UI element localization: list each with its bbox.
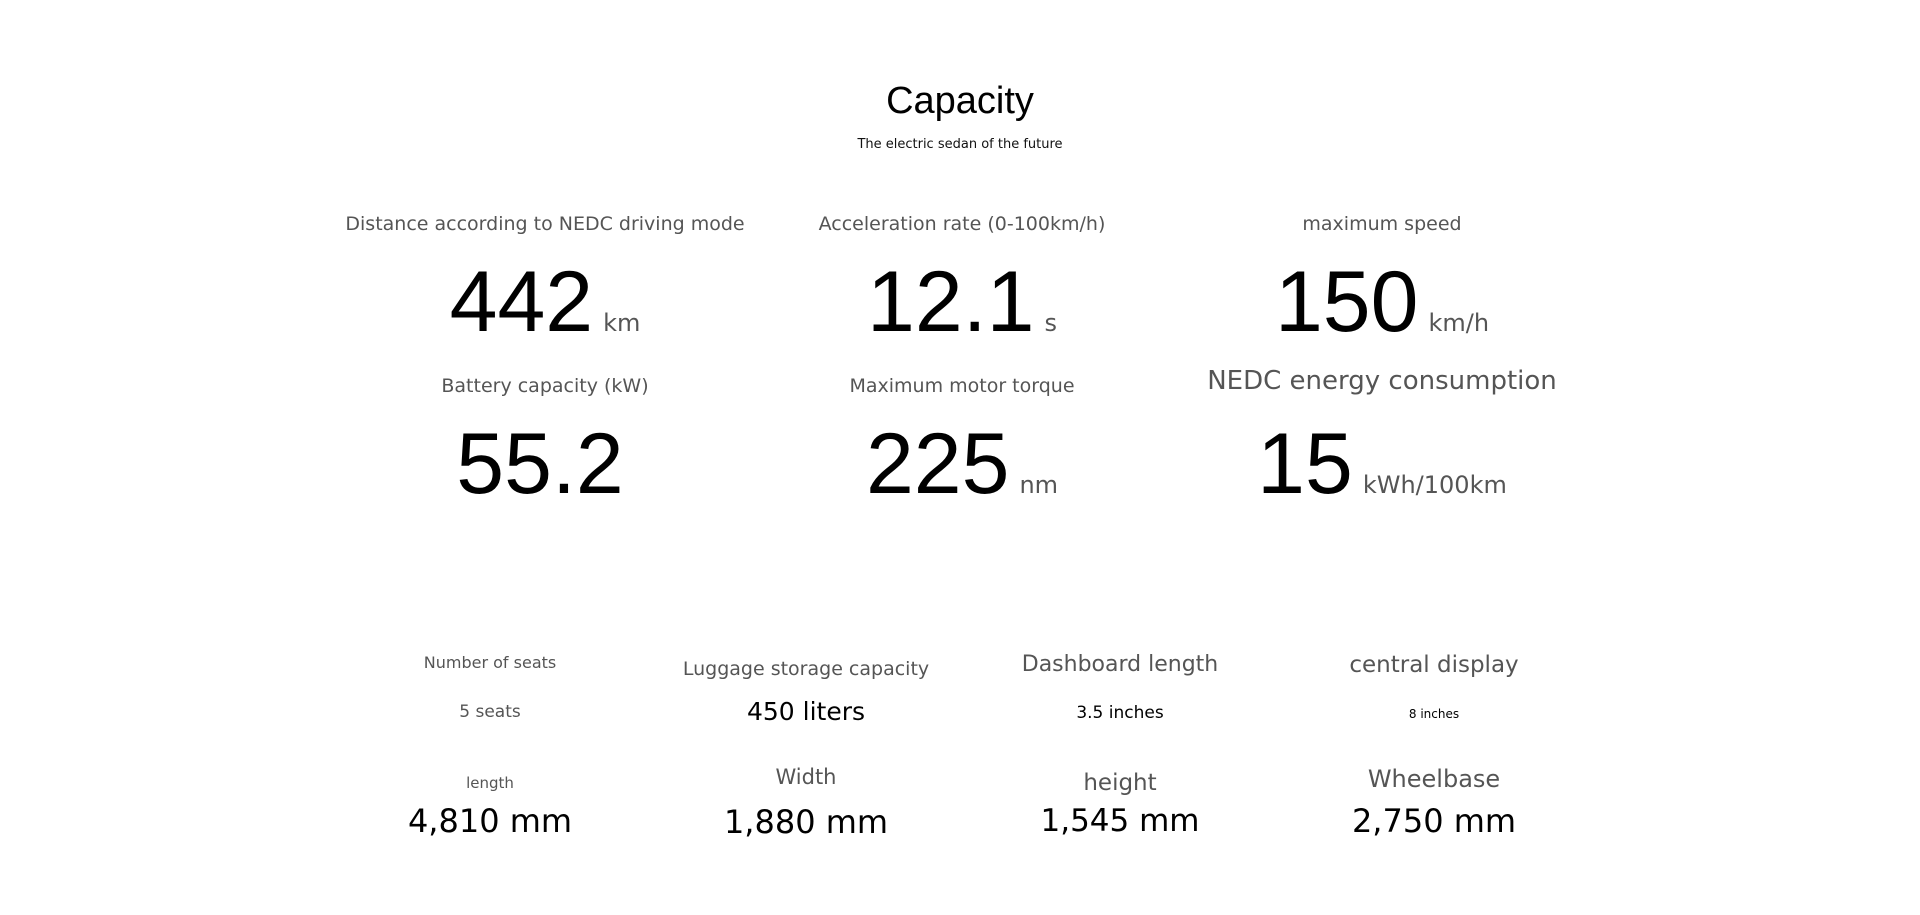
spec-width: Width 1,880 mm: [656, 764, 956, 840]
spec-label: Width: [775, 765, 837, 789]
stat-number: 442: [449, 254, 594, 350]
stat-energy-consumption: NEDC energy consumption 15 kWh/100km: [1172, 366, 1592, 512]
stat-value-row: 12.1 s: [752, 254, 1172, 350]
spec-label: Number of seats: [423, 653, 557, 672]
spec-height: height 1,545 mm: [970, 769, 1270, 839]
spec-central-display: central display 8 inches: [1284, 652, 1584, 722]
spec-value: 1,880 mm: [723, 803, 889, 841]
spec-dashboard-length: Dashboard length 3.5 inches: [970, 652, 1270, 724]
stat-label: Distance according to NEDC driving mode: [345, 213, 745, 235]
page-header: Capacity The electric sedan of the futur…: [0, 78, 1920, 154]
spec-value: 450 liters: [746, 697, 866, 726]
spec-label: Dashboard length: [1021, 652, 1219, 677]
stat-acceleration: Acceleration rate (0-100km/h) 12.1 s: [752, 212, 1172, 350]
stat-unit: kWh/100km: [1362, 471, 1507, 499]
page-title: Capacity: [886, 80, 1034, 122]
spec-label: Wheelbase: [1367, 765, 1501, 793]
spec-label: central display: [1349, 652, 1519, 678]
stat-nedc-distance: Distance according to NEDC driving mode …: [335, 212, 755, 350]
stat-label: Acceleration rate (0-100km/h): [818, 213, 1106, 235]
stat-battery-capacity: Battery capacity (kW) 55.2: [335, 374, 755, 512]
stat-value-row: 55.2: [335, 416, 755, 512]
spec-value: 8 inches: [1408, 707, 1460, 721]
stat-max-speed: maximum speed 150 km/h: [1172, 212, 1592, 350]
spec-value: 3.5 inches: [1076, 703, 1164, 723]
spec-value: 1,545 mm: [1040, 803, 1200, 839]
stat-value-row: 442 km: [335, 254, 755, 350]
spec-label: height: [1083, 770, 1157, 796]
spec-value: 5 seats: [459, 702, 521, 722]
stat-label: Battery capacity (kW): [441, 375, 649, 397]
stat-value-row: 150 km/h: [1172, 254, 1592, 350]
spec-label: Luggage storage capacity: [682, 658, 930, 680]
stat-number: 150: [1274, 254, 1419, 350]
spec-value: 2,750 mm: [1351, 802, 1517, 840]
stat-value-row: 225 nm: [752, 416, 1172, 512]
page-subtitle: The electric sedan of the future: [857, 137, 1063, 152]
stat-unit: s: [1044, 309, 1057, 337]
stat-label: maximum speed: [1302, 213, 1462, 235]
stat-label: NEDC energy consumption: [1207, 366, 1557, 396]
spec-wheelbase: Wheelbase 2,750 mm: [1284, 765, 1584, 839]
stat-number: 225: [865, 416, 1010, 512]
spec-length: length 4,810 mm: [340, 773, 640, 839]
stat-unit: nm: [1019, 471, 1059, 499]
stat-number: 55.2: [456, 416, 624, 512]
spec-seats: Number of seats 5 seats: [340, 653, 640, 723]
stat-number: 15: [1257, 416, 1353, 512]
spec-label: length: [466, 774, 514, 792]
stat-value-row: 15 kWh/100km: [1172, 416, 1592, 512]
spec-luggage: Luggage storage capacity 450 liters: [656, 657, 956, 727]
stat-unit: km/h: [1428, 309, 1490, 337]
stat-number: 12.1: [867, 254, 1035, 350]
spec-value: 4,810 mm: [407, 802, 573, 840]
capacity-page: Capacity The electric sedan of the futur…: [0, 0, 1920, 915]
stat-motor-torque: Maximum motor torque 225 nm: [752, 374, 1172, 512]
stat-unit: km: [603, 309, 641, 337]
stat-label: Maximum motor torque: [849, 375, 1075, 397]
